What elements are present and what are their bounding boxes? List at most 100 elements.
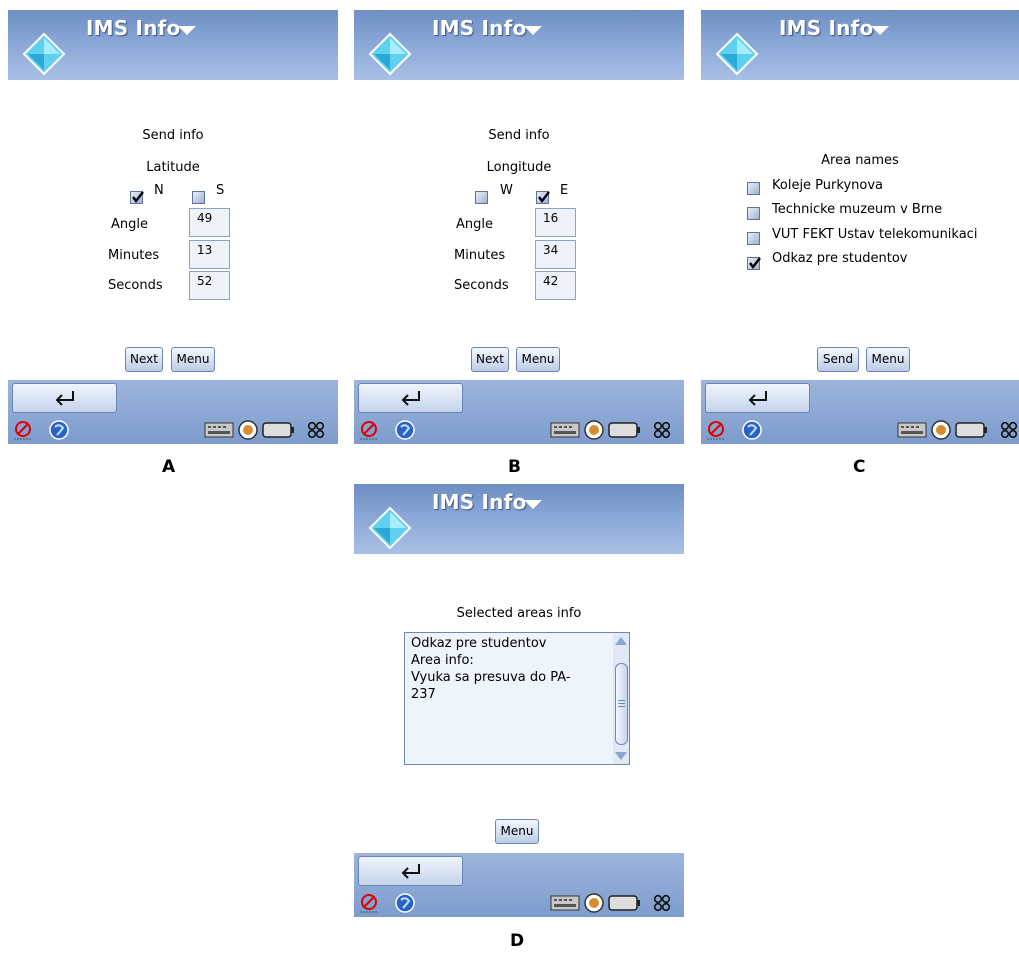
scroll-up-icon[interactable] bbox=[613, 635, 629, 647]
minutes-field[interactable]: 34 bbox=[535, 240, 576, 269]
area-checkbox-1[interactable] bbox=[747, 182, 760, 195]
status-bar bbox=[8, 416, 338, 444]
status-bar bbox=[701, 416, 1019, 444]
vertical-scrollbar[interactable] bbox=[613, 633, 629, 764]
seconds-field[interactable]: 42 bbox=[535, 271, 576, 300]
chevron-down-icon[interactable] bbox=[871, 26, 889, 35]
menu-button[interactable]: Menu bbox=[495, 819, 539, 844]
area-names-heading: Area names bbox=[821, 153, 899, 168]
chevron-down-icon[interactable] bbox=[524, 500, 542, 509]
send-info-heading: Send info bbox=[488, 128, 550, 143]
globe-icon[interactable] bbox=[741, 419, 763, 441]
battery-icon[interactable] bbox=[262, 422, 296, 438]
area-label-2: Technicke muzeum v Brne bbox=[772, 202, 943, 217]
angle-field[interactable]: 49 bbox=[189, 208, 230, 237]
send-info-heading: Send info bbox=[142, 128, 204, 143]
apps-icon[interactable] bbox=[306, 420, 326, 440]
seconds-label: Seconds bbox=[108, 278, 163, 293]
no-signal-icon[interactable] bbox=[12, 419, 34, 441]
seconds-field[interactable]: 52 bbox=[189, 271, 230, 300]
north-checkbox[interactable] bbox=[130, 191, 144, 204]
east-checkbox[interactable] bbox=[536, 191, 550, 204]
back-button[interactable] bbox=[358, 856, 463, 886]
return-arrow-icon bbox=[401, 864, 420, 879]
keyboard-icon[interactable] bbox=[897, 422, 927, 438]
next-button[interactable]: Next bbox=[471, 347, 509, 372]
app-title: IMS Info bbox=[86, 16, 181, 40]
keyboard-icon[interactable] bbox=[204, 422, 234, 438]
area-label-3: VUT FEKT Ustav telekomunikaci bbox=[772, 227, 978, 242]
menu-button[interactable]: Menu bbox=[866, 347, 910, 372]
angle-label: Angle bbox=[111, 217, 148, 232]
next-button[interactable]: Next bbox=[125, 347, 163, 372]
battery-icon[interactable] bbox=[608, 422, 642, 438]
return-arrow-icon bbox=[55, 391, 74, 406]
globe-icon[interactable] bbox=[394, 419, 416, 441]
longitude-label: Longitude bbox=[486, 160, 552, 175]
minutes-field[interactable]: 13 bbox=[189, 240, 230, 269]
caption-a: A bbox=[162, 457, 176, 477]
app-diamond-icon bbox=[715, 32, 759, 76]
latitude-label: Latitude bbox=[146, 160, 200, 175]
no-signal-icon[interactable] bbox=[705, 419, 727, 441]
app-title: IMS Info bbox=[779, 16, 874, 40]
title-bar[interactable]: IMS Info bbox=[354, 10, 684, 80]
area-checkbox-4[interactable] bbox=[747, 257, 761, 270]
title-bar[interactable]: IMS Info bbox=[8, 10, 338, 80]
title-bar[interactable]: IMS Info bbox=[354, 484, 684, 554]
screen-c: IMS Info Area names Koleje Purkynova Tec… bbox=[701, 10, 1019, 460]
battery-icon[interactable] bbox=[608, 895, 642, 911]
status-bar bbox=[354, 889, 684, 917]
area-info-textarea[interactable]: Odkaz pre studentov Area info: Vyuka sa … bbox=[404, 632, 630, 765]
keyboard-icon[interactable] bbox=[550, 895, 580, 911]
status-bar bbox=[354, 416, 684, 444]
no-signal-icon[interactable] bbox=[358, 419, 380, 441]
chevron-down-icon[interactable] bbox=[178, 26, 196, 35]
chevron-down-icon[interactable] bbox=[524, 26, 542, 35]
bottom-bar bbox=[354, 380, 684, 444]
south-checkbox[interactable] bbox=[192, 191, 205, 204]
menu-button[interactable]: Menu bbox=[171, 347, 215, 372]
globe-icon[interactable] bbox=[48, 419, 70, 441]
back-button[interactable] bbox=[358, 383, 463, 413]
app-title: IMS Info bbox=[432, 16, 527, 40]
speaker-icon[interactable] bbox=[583, 419, 605, 441]
area-checkbox-2[interactable] bbox=[747, 207, 760, 220]
area-label-4: Odkaz pre studentov bbox=[772, 251, 908, 266]
apps-icon[interactable] bbox=[652, 893, 672, 913]
caption-b: B bbox=[508, 457, 521, 477]
apps-icon[interactable] bbox=[999, 420, 1019, 440]
menu-button[interactable]: Menu bbox=[516, 347, 560, 372]
app-diamond-icon bbox=[368, 506, 412, 550]
scroll-thumb[interactable] bbox=[615, 663, 628, 745]
speaker-icon[interactable] bbox=[237, 419, 259, 441]
no-signal-icon[interactable] bbox=[358, 892, 380, 914]
send-button[interactable]: Send bbox=[817, 347, 859, 372]
speaker-icon[interactable] bbox=[583, 892, 605, 914]
selected-areas-heading: Selected areas info bbox=[456, 606, 582, 621]
apps-icon[interactable] bbox=[652, 420, 672, 440]
angle-field[interactable]: 16 bbox=[535, 208, 576, 237]
angle-label: Angle bbox=[456, 217, 493, 232]
west-label: W bbox=[500, 183, 513, 198]
screen-b: IMS Info Send info Longitude W E Angle 1… bbox=[354, 10, 684, 460]
back-button[interactable] bbox=[12, 383, 117, 413]
bottom-bar bbox=[701, 380, 1019, 444]
title-bar[interactable]: IMS Info bbox=[701, 10, 1019, 80]
west-checkbox[interactable] bbox=[475, 191, 488, 204]
app-title: IMS Info bbox=[432, 490, 527, 514]
minutes-label: Minutes bbox=[454, 248, 506, 263]
caption-d: D bbox=[510, 931, 525, 951]
speaker-icon[interactable] bbox=[930, 419, 952, 441]
screen-d: IMS Info Selected areas info Odkaz pre s… bbox=[354, 484, 684, 934]
keyboard-icon[interactable] bbox=[550, 422, 580, 438]
globe-icon[interactable] bbox=[394, 892, 416, 914]
minutes-label: Minutes bbox=[108, 248, 160, 263]
scroll-down-icon[interactable] bbox=[613, 750, 629, 762]
return-arrow-icon bbox=[748, 391, 767, 406]
back-button[interactable] bbox=[705, 383, 810, 413]
battery-icon[interactable] bbox=[955, 422, 989, 438]
area-checkbox-3[interactable] bbox=[747, 232, 760, 245]
app-diamond-icon bbox=[368, 32, 412, 76]
east-label: E bbox=[560, 183, 569, 198]
